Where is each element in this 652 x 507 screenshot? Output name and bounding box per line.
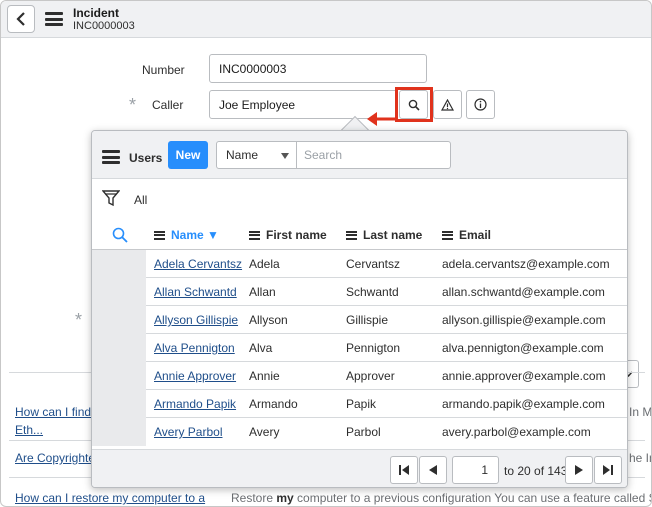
column-header-email[interactable]: Email — [442, 228, 491, 242]
row-gutter — [92, 306, 146, 334]
kb-link[interactable]: Are Copyrighted — [15, 451, 102, 465]
last-name-cell: Gillispie — [346, 313, 389, 327]
first-name-cell: Annie — [249, 369, 280, 383]
last-name-cell: Approver — [346, 369, 395, 383]
kb-snippet: he Inf — [629, 451, 651, 465]
first-name-cell: Adela — [249, 257, 280, 271]
last-name-cell: Papik — [346, 397, 377, 411]
email-cell: allyson.gillispie@example.com — [442, 313, 606, 327]
popup-header: Users New Name Search — [92, 131, 627, 179]
user-name-link[interactable]: Armando Papik — [154, 397, 236, 411]
column-menu-icon[interactable] — [154, 230, 165, 240]
next-page-icon — [575, 465, 583, 475]
kb-snippet: Restore my computer to a previous config… — [231, 491, 651, 505]
form-header: Incident INC0000003 — [1, 1, 651, 38]
search-field-value: Name — [226, 148, 259, 162]
first-page-icon — [399, 465, 409, 475]
email-cell: avery.parbol@example.com — [442, 425, 591, 439]
search-field-select[interactable]: Name — [216, 141, 297, 169]
page-number-input[interactable]: 1 — [452, 456, 499, 484]
callout-arrow — [367, 112, 396, 126]
search-input[interactable]: Search — [296, 141, 451, 169]
user-name-link[interactable]: Allan Schwantd — [154, 285, 237, 299]
new-button[interactable]: New — [168, 141, 208, 169]
page-range-text: to 20 of 143 — [504, 464, 568, 478]
table-row[interactable]: Armando Papik Armando Papik armando.papi… — [92, 390, 627, 418]
kb-link[interactable]: Eth... — [15, 423, 43, 437]
kb-snippet: In Ma — [629, 405, 652, 419]
table-row[interactable]: Allyson Gillispie Allyson Gillispie ally… — [92, 306, 627, 334]
number-field[interactable]: INC0000003 — [209, 54, 427, 83]
table-row[interactable]: Allan Schwantd Allan Schwantd allan.schw… — [92, 278, 627, 306]
user-name-link[interactable]: Alva Pennigton — [154, 341, 235, 355]
last-name-cell: Cervantsz — [346, 257, 401, 271]
lookup-highlight-box — [395, 87, 433, 122]
form-subtitle: INC0000003 — [73, 20, 135, 32]
last-page-icon — [603, 465, 613, 475]
user-name-link[interactable]: Allyson Gillispie — [154, 313, 238, 327]
users-lookup-popup: Users New Name Search All Name ▼ First n… — [91, 130, 628, 488]
kb-link[interactable]: How can I restore my computer to a — [15, 491, 205, 505]
email-cell: allan.schwantd@example.com — [442, 285, 605, 299]
warning-icon — [441, 98, 454, 111]
caret-down-icon — [281, 153, 289, 159]
last-name-cell: Schwantd — [346, 285, 399, 299]
last-name-cell: Pennigton — [346, 341, 401, 355]
pagination-bar: 1 to 20 of 143 — [92, 449, 627, 487]
email-cell: alva.pennigton@example.com — [442, 341, 604, 355]
filter-row: All — [92, 179, 627, 219]
first-name-cell: Avery — [249, 425, 280, 439]
row-gutter — [92, 334, 146, 362]
caller-warning-button[interactable] — [433, 90, 462, 119]
row-gutter — [92, 390, 146, 418]
caller-info-button[interactable] — [466, 90, 495, 119]
back-button[interactable] — [7, 5, 35, 33]
table-row[interactable]: Adela Cervantsz Adela Cervantsz adela.ce… — [92, 250, 627, 278]
filter-icon[interactable] — [102, 189, 120, 207]
prev-page-icon — [429, 465, 437, 475]
column-header-last-name[interactable]: Last name — [346, 228, 422, 242]
row-gutter — [92, 278, 146, 306]
column-header-name[interactable]: Name ▼ — [154, 228, 219, 242]
first-name-cell: Alva — [249, 341, 273, 355]
list-menu-icon[interactable] — [102, 150, 120, 164]
first-page-button[interactable] — [390, 456, 418, 484]
user-name-link[interactable]: Adela Cervantsz — [154, 257, 242, 271]
column-header-first-name[interactable]: First name — [249, 228, 327, 242]
user-name-link[interactable]: Avery Parbol — [154, 425, 222, 439]
table-row[interactable]: Avery Parbol Avery Parbol avery.parbol@e… — [92, 418, 627, 446]
app-frame: Incident INC0000003 Number INC0000003 * … — [0, 0, 652, 507]
table-row[interactable]: Alva Pennigton Alva Pennigton alva.penni… — [92, 334, 627, 362]
number-label: Number — [142, 63, 185, 77]
first-name-cell: Allyson — [249, 313, 288, 327]
required-marker: * — [75, 310, 83, 330]
required-marker: * — [129, 95, 137, 115]
last-name-cell: Parbol — [346, 425, 381, 439]
table-row[interactable]: Annie Approver Annie Approver annie.appr… — [92, 362, 627, 390]
first-name-cell: Allan — [249, 285, 276, 299]
prev-page-button[interactable] — [419, 456, 447, 484]
caller-label: Caller — [152, 98, 184, 112]
column-menu-icon[interactable] — [346, 230, 357, 240]
email-cell: adela.cervantsz@example.com — [442, 257, 610, 271]
last-page-button[interactable] — [594, 456, 622, 484]
user-name-link[interactable]: Annie Approver — [154, 369, 236, 383]
row-gutter — [92, 362, 146, 390]
first-name-cell: Armando — [249, 397, 298, 411]
popup-title: Users — [129, 151, 163, 165]
email-cell: annie.approver@example.com — [442, 369, 606, 383]
info-icon — [474, 98, 487, 111]
form-title: Incident — [73, 6, 120, 20]
filter-breadcrumb[interactable]: All — [134, 193, 147, 207]
column-menu-icon[interactable] — [249, 230, 260, 240]
menu-icon[interactable] — [45, 12, 63, 26]
row-gutter — [92, 250, 146, 278]
email-cell: armando.papik@example.com — [442, 397, 605, 411]
row-gutter — [92, 418, 146, 446]
back-icon — [16, 12, 25, 26]
column-search-icon[interactable] — [112, 227, 128, 243]
next-page-button[interactable] — [565, 456, 593, 484]
column-menu-icon[interactable] — [442, 230, 453, 240]
